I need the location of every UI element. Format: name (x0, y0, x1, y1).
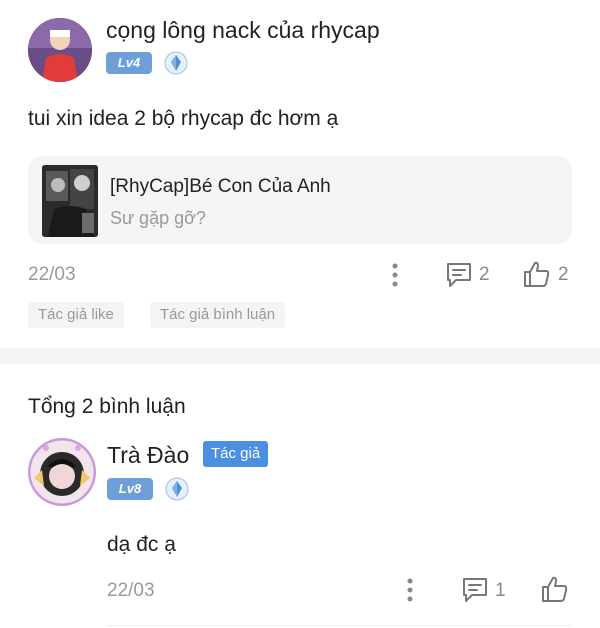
author-badge: Tác giả (203, 441, 269, 467)
like-icon[interactable] (522, 259, 552, 289)
post-text: tui xin idea 2 bộ rhycap đc hơm ạ (28, 107, 339, 130)
story-cover-image (42, 165, 98, 237)
story-subtitle: Sư gặp gỡ? (110, 208, 206, 228)
tag-author-liked: Tác giả like (28, 302, 124, 328)
comment-level-badge: Lv8 (107, 478, 153, 500)
comment-date: 22/03 (107, 580, 155, 601)
comment-author-avatar[interactable] (28, 438, 96, 506)
post-author-name[interactable]: cọng lông nack của rhycap (106, 17, 380, 44)
more-options-icon[interactable] (388, 262, 402, 288)
post-comment-count: 2 (479, 264, 490, 285)
story-title: [RhyCap]Bé Con Của Anh (110, 176, 331, 197)
like-icon[interactable] (540, 574, 570, 604)
post-author-avatar[interactable] (28, 18, 92, 82)
post-level-badge: Lv4 (106, 52, 152, 74)
post-like-count: 2 (558, 264, 569, 285)
more-options-icon[interactable] (403, 577, 417, 603)
comment-divider (107, 625, 572, 626)
section-divider (0, 348, 600, 364)
linked-story-card[interactable]: [RhyCap]Bé Con Của Anh Sư gặp gỡ? (28, 156, 572, 244)
comments-total-title: Tổng 2 bình luận (28, 395, 186, 418)
rank-gem-icon (164, 51, 188, 75)
post-date: 22/03 (28, 264, 76, 285)
comment-author-name[interactable]: Trà Đào (107, 442, 189, 469)
comment-reply-count: 1 (495, 580, 506, 601)
tag-author-commented: Tác giả bình luận (150, 302, 286, 328)
reply-icon[interactable] (460, 575, 490, 605)
comment-icon[interactable] (444, 260, 474, 290)
rank-gem-icon (165, 477, 189, 501)
comment-text: dạ đc ạ (107, 533, 176, 556)
